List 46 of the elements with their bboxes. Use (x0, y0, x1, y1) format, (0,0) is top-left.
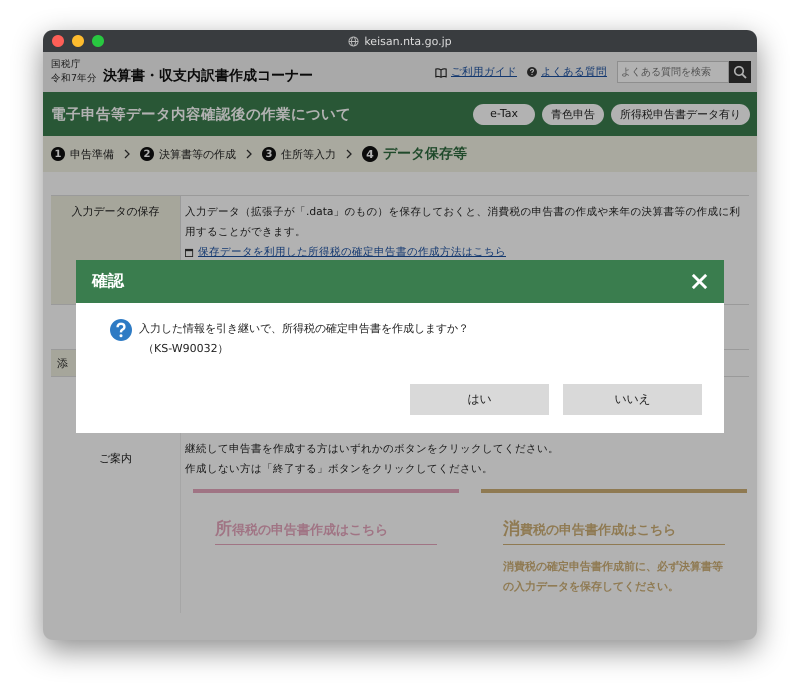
site-title: 決算書・収支内訳書作成コーナー (103, 67, 314, 85)
chevron-right-icon (346, 149, 352, 159)
window-icon (185, 248, 194, 256)
status-badge: 青色申告 (542, 104, 604, 124)
step-label: データ保存等 (383, 145, 467, 163)
search-field[interactable]: よくある質問を検索 (617, 61, 729, 83)
agency-name: 国税庁 (51, 58, 82, 72)
step-number: 1 (51, 147, 65, 161)
header-link[interactable]: よくある質問 (541, 65, 607, 79)
row-label: 添 (57, 356, 68, 371)
row-label: 入力データの保存 (72, 204, 160, 219)
dialog-message: 入力した情報を引き継いで、所得税の確定申告書を作成しますか？ (139, 321, 469, 337)
step-label: 申告準備 (70, 146, 114, 162)
dialog-title: 確認 (92, 271, 124, 292)
book-icon (435, 66, 447, 78)
globe-icon (348, 36, 360, 46)
close-window-icon[interactable] (52, 35, 64, 47)
step-label: 決算書等の作成 (159, 146, 236, 162)
step-number: 2 (140, 147, 154, 161)
status-badge: 所得税申告書データ有り (611, 104, 750, 124)
dialog-button[interactable]: はい (410, 384, 549, 415)
minimize-window-icon[interactable] (72, 35, 84, 47)
step-number: 3 (262, 147, 276, 161)
status-badge: e-Tax (473, 104, 535, 124)
chevron-right-icon (124, 149, 130, 159)
question-icon (110, 319, 132, 341)
instruction-text: 作成しない方は「終了する」ボタンをクリックしてください。 (185, 461, 494, 477)
row-text: 入力データ（拡張子が「.data」のもの）を保存しておくと、消費税の申告書の作成や来年の決算書等の作成に利用することができます。 (185, 204, 742, 240)
question-icon (527, 67, 537, 77)
instruction-text: 継続して申告書を作成する方はいずれかのボタンをクリックしてください。 (185, 441, 560, 457)
url-text: keisan.nta.go.jp (364, 34, 452, 48)
row-label: ご案内 (99, 451, 132, 466)
search-button[interactable] (729, 61, 751, 83)
search-icon (733, 65, 747, 79)
help-link[interactable]: 保存データを利用した所得税の確定申告書の作成方法はこちら (198, 242, 506, 262)
zoom-window-icon[interactable] (92, 35, 104, 47)
tax-year: 令和7年分 (51, 72, 98, 86)
message-code: （KS-W90032） (142, 341, 230, 357)
header-link[interactable]: ご利用ガイド (451, 65, 517, 79)
page-title: 電子申告等データ内容確認後の作業について (51, 105, 351, 124)
close-icon[interactable] (690, 272, 709, 291)
dialog-button[interactable]: いいえ (563, 384, 702, 415)
card-note: 消費税の確定申告書作成前に、必ず決算書等の入力データを保存してください。 (503, 559, 724, 595)
step-label: 住所等入力 (281, 146, 336, 162)
chevron-right-icon (246, 149, 252, 159)
step-number: 4 (362, 146, 378, 162)
